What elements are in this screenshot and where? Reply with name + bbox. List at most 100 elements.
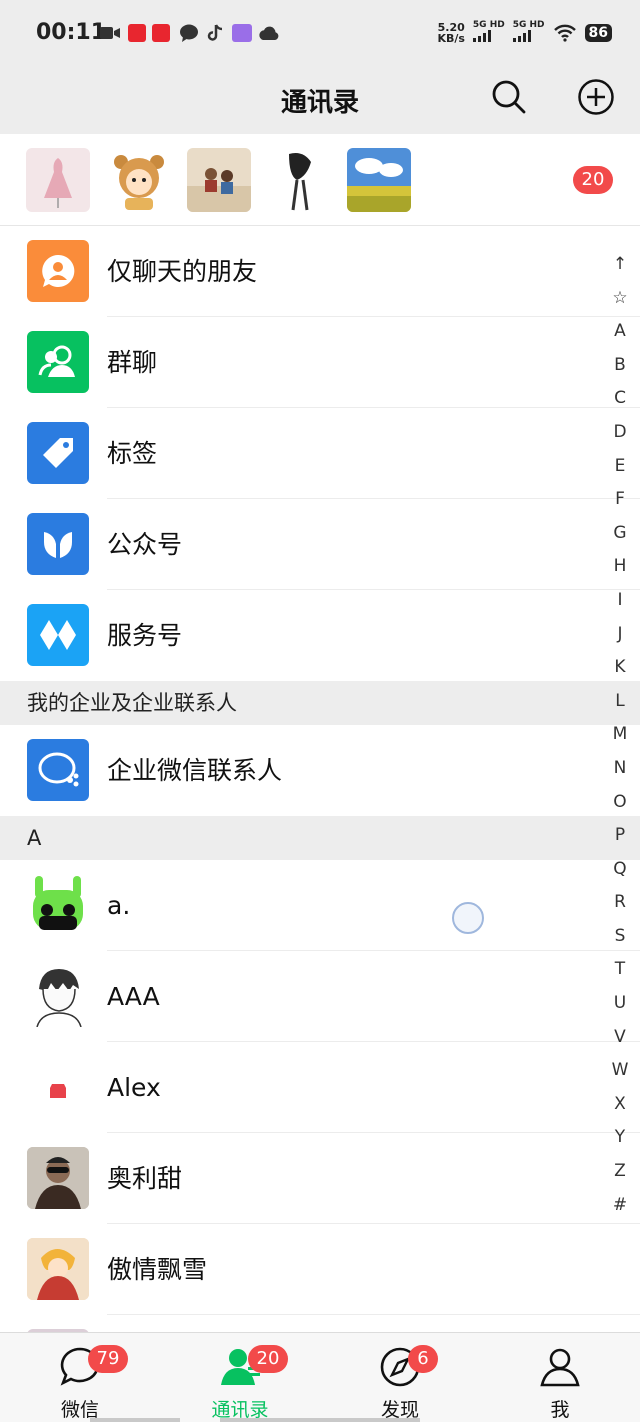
- contact-row[interactable]: AAA: [0, 951, 640, 1042]
- index-letter[interactable]: W: [600, 1054, 640, 1088]
- contact-row[interactable]: a.: [0, 860, 640, 951]
- index-letter[interactable]: A: [600, 315, 640, 349]
- recent-avatar[interactable]: [347, 148, 411, 212]
- index-letter[interactable]: P: [600, 819, 640, 853]
- avatar: [27, 1147, 89, 1209]
- index-letter[interactable]: Q: [600, 853, 640, 887]
- index-letter[interactable]: O: [600, 786, 640, 820]
- menu-official-accounts[interactable]: 公众号: [0, 499, 640, 590]
- tag-icon: [27, 422, 89, 484]
- work-wechat-icon: [27, 739, 89, 801]
- index-letter[interactable]: F: [600, 483, 640, 517]
- index-letter[interactable]: ↑: [600, 248, 640, 282]
- index-letter[interactable]: C: [600, 382, 640, 416]
- search-icon[interactable]: [490, 78, 528, 116]
- index-letter[interactable]: L: [600, 685, 640, 719]
- index-letter[interactable]: B: [600, 349, 640, 383]
- index-letter[interactable]: X: [600, 1088, 640, 1122]
- status-bar: 00:11 5.20 KB/s 5G HD 5G HD 86: [0, 0, 640, 66]
- tab-chats[interactable]: 79 微信: [0, 1333, 160, 1422]
- index-letter[interactable]: U: [600, 987, 640, 1021]
- index-letter[interactable]: G: [600, 517, 640, 551]
- avatar: [27, 1238, 89, 1300]
- index-letter[interactable]: E: [600, 450, 640, 484]
- signal-2: 5G HD: [512, 20, 545, 45]
- avatar: [27, 1056, 89, 1118]
- avatar: [27, 965, 89, 1027]
- page-title: 通讯录: [280, 88, 359, 118]
- top-nav-bar: 通讯录: [0, 66, 640, 134]
- menu-group-chats[interactable]: 群聊: [0, 317, 640, 408]
- wifi-icon: [553, 24, 576, 42]
- contact-row[interactable]: 奥利甜: [0, 1133, 640, 1224]
- contact-name: Alex: [107, 1073, 161, 1102]
- index-letter[interactable]: ☆: [600, 282, 640, 316]
- menu-label: 公众号: [107, 530, 183, 559]
- menu-label: 标签: [107, 439, 158, 468]
- index-letter[interactable]: Y: [600, 1121, 640, 1155]
- home-indicator: [220, 1418, 420, 1422]
- app-notification-icon: [128, 24, 146, 42]
- service-account-icon: [27, 604, 89, 666]
- chat-only-friend-icon: [27, 240, 89, 302]
- official-account-icon: [27, 513, 89, 575]
- index-letter[interactable]: R: [600, 886, 640, 920]
- cloud-notification-icon: [259, 26, 279, 40]
- home-indicator: [90, 1418, 180, 1422]
- contact-row[interactable]: 傲情飘雪: [0, 1224, 640, 1315]
- index-letter[interactable]: D: [600, 416, 640, 450]
- contact-name: 傲情飘雪: [107, 1255, 208, 1284]
- tab-badge: 20: [248, 1345, 288, 1373]
- status-time: 00:11: [36, 20, 107, 45]
- index-letter[interactable]: J: [600, 618, 640, 652]
- recent-avatar[interactable]: [267, 148, 331, 212]
- signal-bars-icon: [512, 30, 531, 42]
- recent-avatar[interactable]: [187, 148, 251, 212]
- tab-contacts[interactable]: 20 通讯录: [160, 1333, 320, 1422]
- tiktok-notification-icon: [207, 24, 223, 41]
- index-letter[interactable]: T: [600, 953, 640, 987]
- signal-bars-icon: [472, 30, 491, 42]
- avatar: [27, 874, 89, 936]
- index-letter[interactable]: V: [600, 1021, 640, 1055]
- tab-discover[interactable]: 6 发现: [320, 1333, 480, 1422]
- index-letter[interactable]: S: [600, 920, 640, 954]
- tab-badge: 79: [88, 1345, 128, 1373]
- recent-avatar[interactable]: [107, 148, 171, 212]
- group-chat-icon: [27, 331, 89, 393]
- touch-indicator: [452, 902, 484, 934]
- contact-name: a.: [107, 891, 131, 920]
- menu-enterprise-contacts[interactable]: 企业微信联系人: [0, 725, 640, 816]
- recent-avatar[interactable]: [26, 148, 90, 212]
- index-letter[interactable]: I: [600, 584, 640, 618]
- index-letter[interactable]: #: [600, 1189, 640, 1223]
- contact-name: 奥利甜: [107, 1164, 183, 1193]
- contacts-list: 20 仅聊天的朋友 群聊 标签 公众号 服务号 我的企业及企业联系人 企业微信联…: [0, 134, 640, 1406]
- index-letter[interactable]: M: [600, 718, 640, 752]
- menu-chat-only-friends[interactable]: 仅聊天的朋友: [0, 226, 640, 317]
- section-header-a: A: [0, 816, 640, 860]
- video-notification-icon: [100, 27, 120, 39]
- signal-1: 5G HD: [472, 20, 505, 45]
- recent-contacts-badge: 20: [573, 166, 613, 194]
- app-notification-icon: [152, 24, 170, 42]
- recent-contacts-strip[interactable]: 20: [0, 134, 640, 226]
- menu-label: 服务号: [107, 621, 183, 650]
- battery-indicator: 86: [584, 23, 612, 42]
- contact-row[interactable]: Alex: [0, 1042, 640, 1133]
- section-header-enterprise: 我的企业及企业联系人: [0, 681, 640, 725]
- tab-me[interactable]: 我: [480, 1333, 640, 1422]
- index-letter[interactable]: N: [600, 752, 640, 786]
- menu-label: 群聊: [107, 348, 158, 377]
- app-notification-icon: [232, 24, 252, 42]
- menu-label: 仅聊天的朋友: [107, 257, 258, 286]
- index-letter[interactable]: H: [600, 550, 640, 584]
- index-letter[interactable]: K: [600, 651, 640, 685]
- plus-circle-icon[interactable]: [577, 78, 615, 116]
- alphabet-index[interactable]: ↑ ☆ A B C D E F G H I J K L M N O P Q R S T U V W X Y Z #: [600, 248, 640, 1222]
- menu-tags[interactable]: 标签: [0, 408, 640, 499]
- network-speed: 5.20 KB/s: [437, 20, 465, 45]
- index-letter[interactable]: Z: [600, 1155, 640, 1189]
- message-notification-icon: [180, 24, 198, 42]
- menu-service-accounts[interactable]: 服务号: [0, 590, 640, 681]
